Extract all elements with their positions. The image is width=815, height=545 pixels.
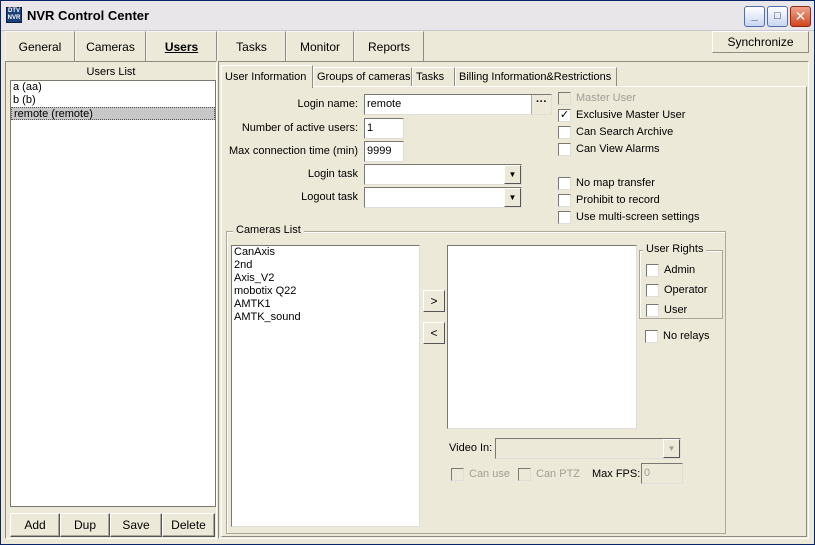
user-rights-title: User Rights [643, 243, 707, 255]
title-bar[interactable]: DTV NVR NVR Control Center _ □ ✕ [1, 1, 814, 31]
maximize-button[interactable]: □ [767, 6, 788, 27]
tab-reports[interactable]: Reports [354, 31, 424, 61]
list-item[interactable]: mobotix Q22 [232, 285, 419, 298]
checkbox-box[interactable] [558, 210, 571, 224]
tab-cameras[interactable]: Cameras [75, 31, 146, 61]
available-cameras-list[interactable]: CanAxis 2nd Axis_V2 mobotix Q22 AMTK1 AM… [231, 245, 420, 527]
chevron-down-icon[interactable]: ▼ [504, 188, 521, 207]
use-multiscreen-checkbox[interactable]: Use multi-screen settings [558, 210, 700, 224]
logout-task-label: Logout task [301, 191, 358, 203]
cameras-groupbox: Cameras List CanAxis 2nd Axis_V2 mobotix… [226, 224, 726, 534]
close-button[interactable]: ✕ [790, 6, 811, 27]
prohibit-to-record-checkbox[interactable]: Prohibit to record [558, 193, 660, 207]
max-fps-field[interactable]: 0 [641, 463, 683, 484]
login-name-value: remote [367, 98, 402, 110]
tab-billing[interactable]: Billing Information&Restrictions [455, 67, 617, 87]
can-view-alarms-checkbox[interactable]: Can View Alarms [558, 142, 660, 156]
check-icon[interactable]: ✓ [558, 108, 571, 122]
active-users-field[interactable]: 1 [364, 118, 404, 139]
tab-users[interactable]: Users [146, 31, 217, 61]
video-in-label: Video In: [449, 442, 493, 454]
checkbox-box[interactable] [646, 263, 659, 277]
cameras-list-title: Cameras List [233, 224, 304, 236]
list-item[interactable]: 2nd [232, 259, 419, 272]
tab-tasks[interactable]: Tasks [217, 31, 286, 61]
delete-user-button[interactable]: Delete [162, 513, 215, 537]
synchronize-button[interactable]: Synchronize [712, 31, 809, 53]
tab-general[interactable]: General [5, 31, 75, 61]
save-user-button[interactable]: Save [110, 513, 162, 537]
max-connection-label: Max connection time (min) [229, 145, 358, 157]
checkbox-box[interactable] [558, 142, 571, 156]
can-ptz-checkbox[interactable]: Can PTZ [518, 467, 580, 481]
chevron-down-icon[interactable]: ▼ [663, 439, 680, 458]
active-users-label: Number of active users: [241, 122, 358, 134]
list-item[interactable]: b (b) [11, 94, 215, 107]
admin-checkbox[interactable]: Admin [646, 263, 695, 277]
video-in-select[interactable]: ▼ [495, 438, 681, 459]
list-item[interactable]: AMTK1 [232, 298, 419, 311]
logout-task-select[interactable]: ▼ [364, 187, 522, 208]
operator-checkbox[interactable]: Operator [646, 283, 707, 297]
exclusive-master-user-checkbox[interactable]: ✓ Exclusive Master User [558, 108, 685, 122]
minimize-button[interactable]: _ [744, 6, 765, 27]
add-camera-button[interactable]: > [423, 290, 445, 312]
master-user-checkbox[interactable]: Master User [558, 91, 636, 105]
checkbox-box[interactable] [646, 283, 659, 297]
login-task-select[interactable]: ▼ [364, 164, 522, 185]
login-name-label: Login name: [297, 98, 358, 110]
assigned-cameras-list[interactable] [447, 245, 637, 429]
user-checkbox[interactable]: User [646, 303, 687, 317]
no-relays-checkbox[interactable]: No relays [645, 329, 709, 343]
login-task-label: Login task [307, 168, 358, 180]
checkbox-box[interactable] [558, 91, 571, 105]
can-use-checkbox[interactable]: Can use [451, 467, 510, 481]
main-window: DTV NVR NVR Control Center _ □ ✕ General… [0, 0, 815, 545]
tab-monitor[interactable]: Monitor [286, 31, 354, 61]
user-rights-groupbox: User Rights Admin Operator User [639, 243, 723, 319]
login-name-field[interactable]: remote ··· [364, 94, 552, 115]
users-list[interactable]: a (aa) b (b) remote (remote) [10, 80, 216, 507]
remove-camera-button[interactable]: < [423, 322, 445, 344]
dup-user-button[interactable]: Dup [60, 513, 110, 537]
tab-groups-of-cameras[interactable]: Groups of cameras [313, 67, 412, 87]
users-list-title: Users List [86, 66, 136, 78]
checkbox-box[interactable] [645, 329, 658, 343]
chevron-down-icon[interactable]: ▼ [504, 165, 521, 184]
can-search-archive-checkbox[interactable]: Can Search Archive [558, 125, 673, 139]
checkbox-box[interactable] [451, 467, 464, 481]
checkbox-box[interactable] [558, 193, 571, 207]
tab-user-information[interactable]: User Information [221, 65, 313, 88]
checkbox-box[interactable] [518, 467, 531, 481]
browse-login-button[interactable]: ··· [531, 95, 551, 114]
list-item[interactable]: a (aa) [11, 81, 215, 94]
list-item[interactable]: Axis_V2 [232, 272, 419, 285]
max-connection-field[interactable]: 9999 [364, 141, 404, 162]
max-fps-label: Max FPS: [592, 468, 641, 480]
add-user-button[interactable]: Add [10, 513, 60, 537]
checkbox-box[interactable] [646, 303, 659, 317]
list-item-selected[interactable]: remote (remote) [11, 107, 215, 120]
app-icon: DTV NVR [6, 7, 22, 23]
checkbox-box[interactable] [558, 176, 571, 190]
checkbox-box[interactable] [558, 125, 571, 139]
list-item[interactable]: CanAxis [232, 246, 419, 259]
users-panel: Users List a (aa) b (b) remote (remote) … [5, 61, 217, 539]
user-details-panel: User Information Groups of cameras Tasks… [218, 61, 809, 539]
window-title: NVR Control Center [27, 8, 150, 23]
list-item[interactable]: AMTK_sound [232, 311, 419, 324]
user-information-page: Login name: remote ··· Number of active … [221, 86, 807, 537]
tab-user-tasks[interactable]: Tasks [412, 67, 455, 87]
no-map-transfer-checkbox[interactable]: No map transfer [558, 176, 655, 190]
